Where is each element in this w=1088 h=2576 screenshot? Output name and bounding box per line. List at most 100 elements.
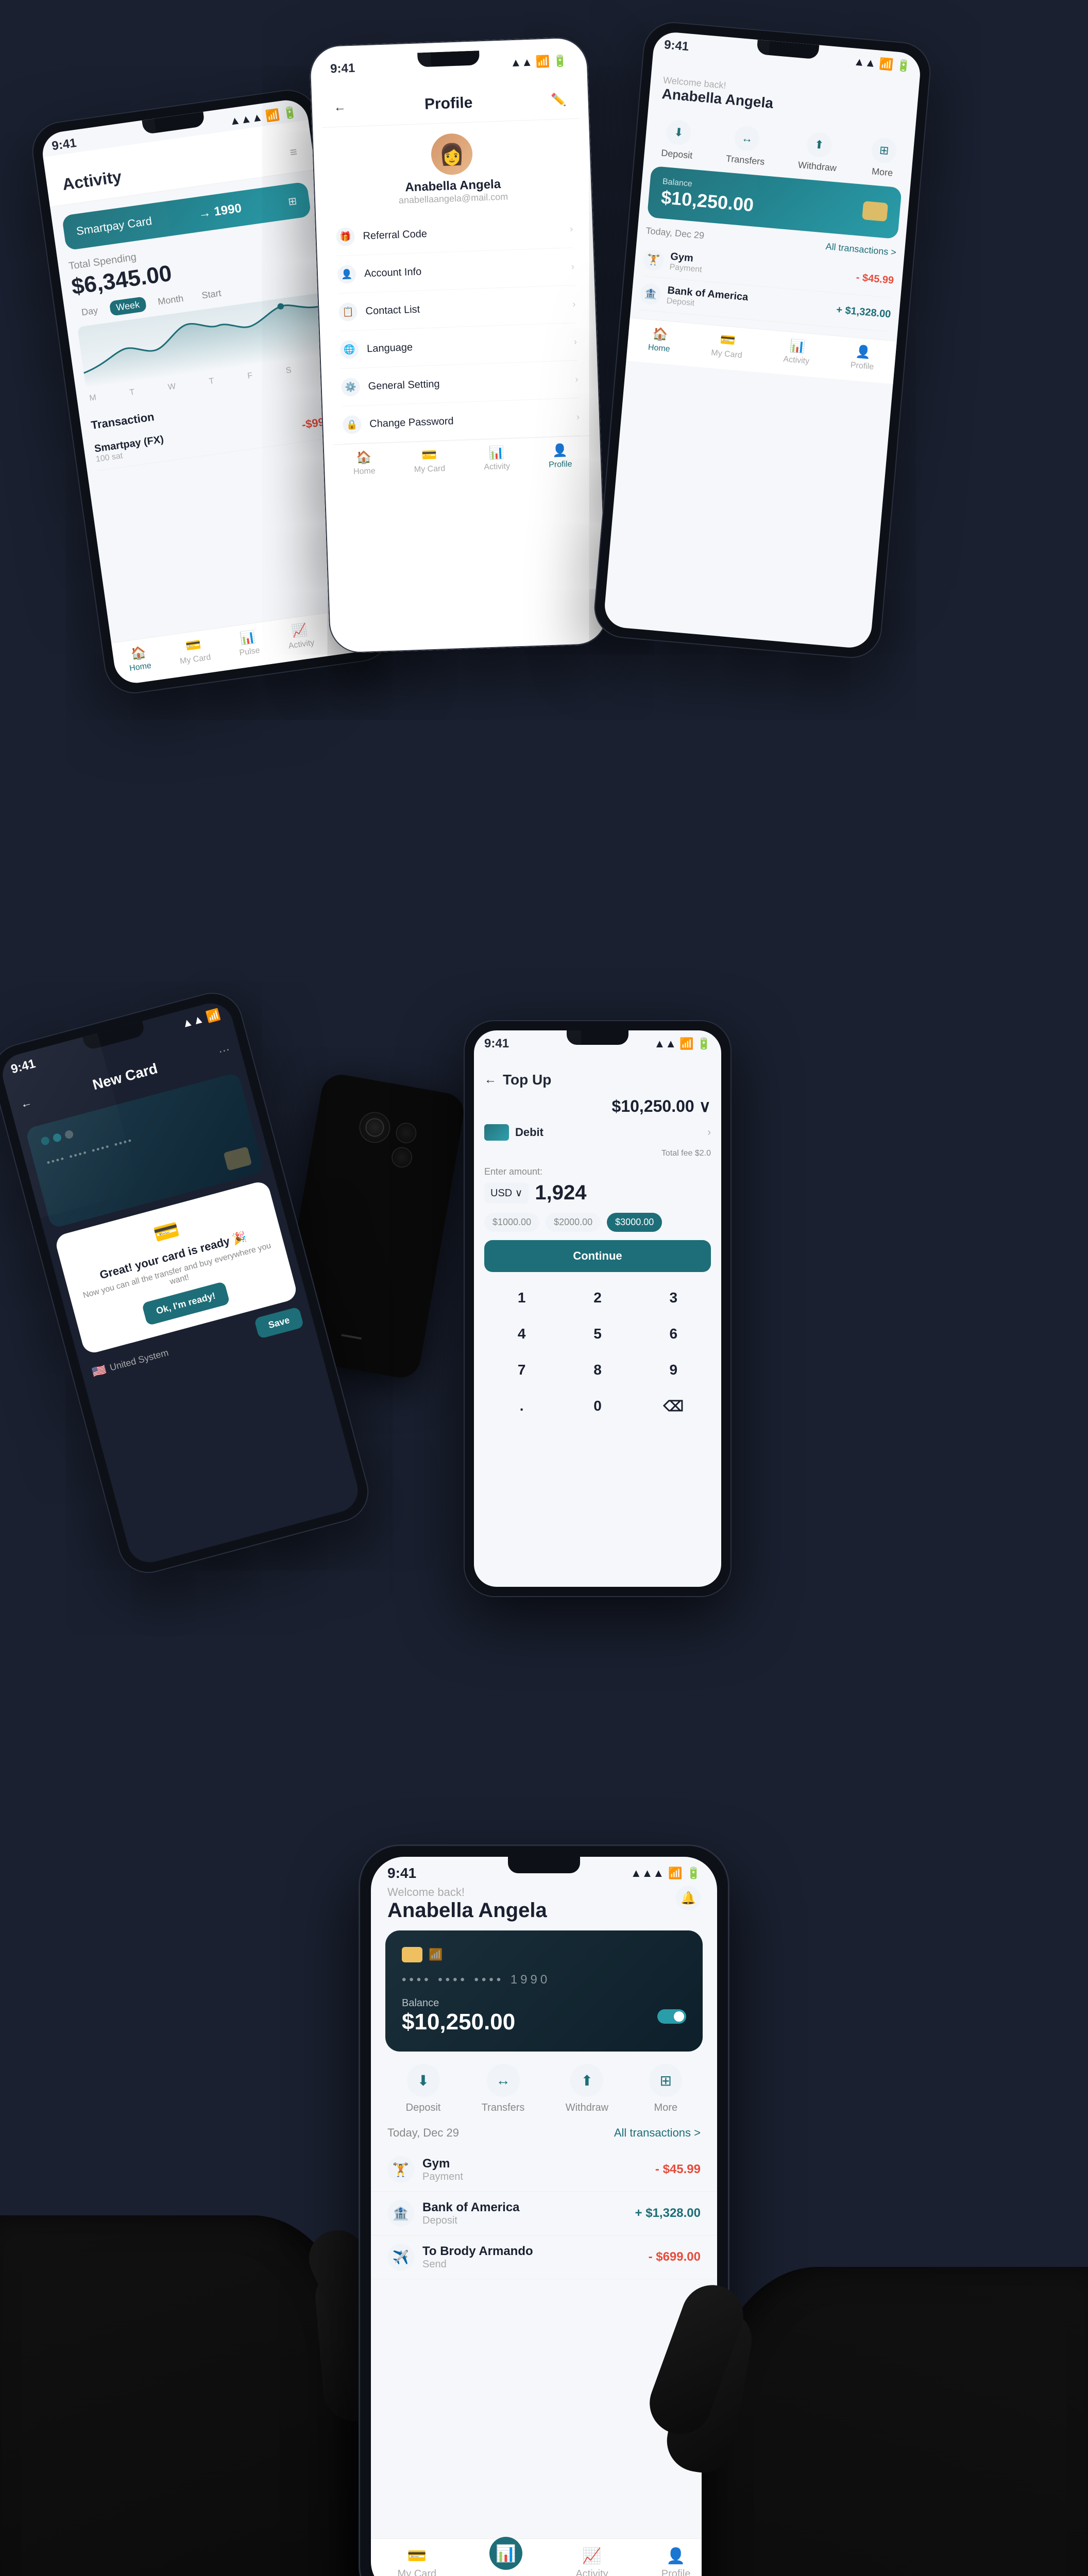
nav-profile[interactable]: 👤 Profile <box>548 443 572 470</box>
nav-mycard[interactable]: 💳 My Card <box>177 636 211 667</box>
withdraw-action[interactable]: ⬆ Withdraw <box>566 2064 608 2114</box>
continue-button[interactable]: Continue <box>484 1240 711 1272</box>
status-icons: ▲▲ 📶 🔋 <box>853 55 911 73</box>
tab-month[interactable]: Month <box>151 290 191 310</box>
nav-mycard[interactable]: 💳 My Card <box>398 2547 437 2576</box>
nav-home[interactable]: 🏠 Home <box>648 326 672 354</box>
nav-pulse-center[interactable]: 📊 <box>489 2537 522 2570</box>
save-button[interactable]: Save <box>254 1307 304 1339</box>
card-toggle[interactable] <box>657 2009 686 2024</box>
back-icon[interactable]: ← <box>333 100 346 115</box>
nav-profile[interactable]: 👤 Profile <box>850 344 876 372</box>
nav-home[interactable]: 🏠 Home <box>353 450 376 477</box>
preset-2000[interactable]: $2000.00 <box>546 1213 601 1232</box>
key-9[interactable]: 9 <box>636 1352 711 1387</box>
battery-icon: ▲▲ 📶 🔋 <box>510 54 567 70</box>
notch <box>508 1857 580 1873</box>
ellipsis-icon[interactable]: ··· <box>217 1042 231 1058</box>
nav-label: Activity <box>288 638 315 651</box>
day-label: M <box>89 393 97 403</box>
key-3[interactable]: 3 <box>636 1280 711 1315</box>
key-0[interactable]: 0 <box>560 1388 635 1424</box>
chevron-icon[interactable]: › <box>707 1127 711 1139</box>
fee-label: Total fee $2.0 <box>474 1149 721 1158</box>
nav-home[interactable]: 🏠 Home <box>127 645 152 673</box>
deposit-btn[interactable]: ⬇ Deposit <box>661 119 696 161</box>
nav-activity[interactable]: 📈 Activity <box>285 621 315 651</box>
preset-1000[interactable]: $1000.00 <box>484 1213 539 1232</box>
menu-label: Referral Code <box>363 223 562 242</box>
tab-week[interactable]: Week <box>109 296 147 316</box>
nav-pulse[interactable]: 📊 Pulse <box>236 629 261 658</box>
avatar: 👩 <box>431 133 473 176</box>
more-action[interactable]: ⊞ More <box>649 2064 682 2114</box>
menu-icon[interactable]: ≡ <box>289 145 298 160</box>
key-dot[interactable]: . <box>484 1388 559 1424</box>
amount-value: 1,924 <box>535 1181 586 1205</box>
tab-day[interactable]: Day <box>74 302 105 321</box>
more-icon: ⊞ <box>649 2064 682 2097</box>
nav-mycard[interactable]: 💳 My Card <box>413 447 445 474</box>
card-icon: 💳 <box>185 637 202 654</box>
all-transactions-link[interactable]: All transactions > <box>825 241 897 258</box>
key-2[interactable]: 2 <box>560 1280 635 1315</box>
menu-label: General Setting <box>368 374 567 392</box>
card-chip <box>402 1947 422 1962</box>
key-5[interactable]: 5 <box>560 1316 635 1351</box>
more-icon: ⊞ <box>871 137 897 164</box>
large-transaction-gym: 🏋️ Gym Payment - $45.99 <box>371 2148 717 2192</box>
large-card: 📶 •••• •••• •••• 1990 Balance $10,250.00 <box>385 1930 703 2052</box>
referral-icon: 🎁 <box>336 227 355 246</box>
home-screen: 9:41 ▲▲ 📶 🔋 Welcome back! Anabella Angel… <box>603 31 922 650</box>
numpad: 1 2 3 4 5 6 7 8 9 . 0 ⌫ <box>474 1280 721 1424</box>
currency-selector[interactable]: USD ∨ <box>484 1182 529 1204</box>
menu-label: Change Password <box>369 411 569 430</box>
card-icon: 💳 <box>421 448 437 463</box>
username: Anabella Angela <box>387 1899 547 1922</box>
card-toggle[interactable]: ⊞ <box>287 194 298 208</box>
profile-avatar-area: 👩 Anabella Angela anabellaangela@mail.co… <box>322 119 583 219</box>
notch <box>417 50 480 67</box>
newcard-screen: 9:41 ▲▲ 📶 ← New Card ··· •• <box>0 998 363 1567</box>
nav-activity[interactable]: 📊 Activity <box>783 338 811 366</box>
key-backspace[interactable]: ⌫ <box>636 1388 711 1424</box>
tab-start[interactable]: Start <box>195 285 228 304</box>
notification-bell[interactable]: 🔔 <box>676 1886 701 1910</box>
key-6[interactable]: 6 <box>636 1316 711 1351</box>
withdraw-btn[interactable]: ⬆ Withdraw <box>797 131 839 174</box>
wifi-icon: 📶 <box>265 108 281 123</box>
edit-icon[interactable]: ✏️ <box>551 92 567 108</box>
nav-mycard[interactable]: 💳 My Card <box>711 332 744 361</box>
key-4[interactable]: 4 <box>484 1316 559 1351</box>
back-button[interactable]: ← <box>484 1073 497 1087</box>
transfers-btn[interactable]: ↔ Transfers <box>725 125 768 167</box>
key-7[interactable]: 7 <box>484 1352 559 1387</box>
nav-label: My Card <box>398 2568 437 2576</box>
debit-card-icon <box>484 1124 509 1141</box>
preset-3000[interactable]: $3000.00 <box>607 1213 662 1232</box>
deposit-action[interactable]: ⬇ Deposit <box>406 2064 441 2114</box>
more-btn[interactable]: ⊞ More <box>870 137 898 179</box>
t-info: Gym Payment <box>422 2157 647 2183</box>
key-8[interactable]: 8 <box>560 1352 635 1387</box>
transfers-action[interactable]: ↔ Transfers <box>482 2064 525 2114</box>
nav-label: Home <box>129 661 152 673</box>
t-name: Gym <box>422 2157 647 2171</box>
nav-activity[interactable]: 📈 Activity <box>575 2547 608 2576</box>
battery-icon: 🔋 <box>282 106 298 121</box>
date-label: Today, Dec 29 <box>387 2126 459 2140</box>
welcome-text: Welcome back! <box>387 1886 547 1899</box>
back-icon[interactable]: ← <box>19 1095 33 1111</box>
withdraw-label: Withdraw <box>566 2102 608 2114</box>
deposit-icon: ⬇ <box>407 2064 440 2097</box>
nav-activity[interactable]: 📊 Activity <box>483 445 510 472</box>
all-transactions-link[interactable]: All transactions > <box>614 2126 701 2140</box>
large-bottom-nav: 💳 My Card 📊 📈 Activity 👤 Profile <box>371 2538 717 2576</box>
balance-row: Balance $10,250.00 <box>402 1997 686 2035</box>
nav-profile[interactable]: 👤 Profile <box>661 2547 691 2576</box>
time-display: 9:41 <box>51 136 77 154</box>
lens-inner <box>364 1117 386 1139</box>
nav-label: My Card <box>414 464 446 474</box>
key-1[interactable]: 1 <box>484 1280 559 1315</box>
home-icon: 🏠 <box>356 450 372 465</box>
